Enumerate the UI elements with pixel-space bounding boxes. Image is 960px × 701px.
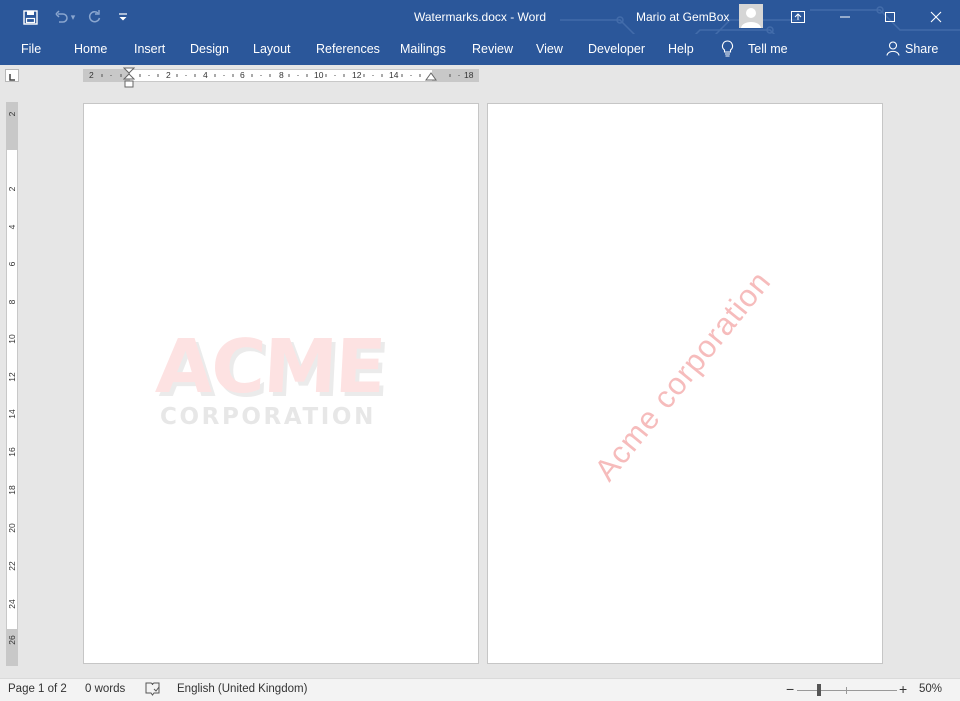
horizontal-ruler[interactable]: 2 2 4 6 8 10 12 14 18 [83, 69, 479, 82]
customize-qat-icon [119, 13, 127, 21]
language[interactable]: English (United Kingdom) [177, 683, 307, 695]
ruler-label: 18 [7, 485, 17, 495]
vertical-ruler[interactable]: 2 2 4 6 8 10 12 14 16 18 20 22 24 26 [6, 102, 18, 666]
save-button[interactable] [19, 6, 41, 28]
ruler-label: 12 [7, 372, 17, 382]
ribbon-display-icon [791, 11, 805, 23]
undo-dropdown[interactable]: ▾ [68, 6, 78, 28]
ruler-label: 24 [7, 599, 17, 609]
ruler-label: 14 [7, 409, 17, 419]
ruler-label: 16 [7, 447, 17, 457]
ruler-label: 20 [7, 523, 17, 533]
tab-design[interactable]: Design [190, 42, 229, 56]
tab-view[interactable]: View [536, 42, 563, 56]
tab-layout[interactable]: Layout [253, 42, 291, 56]
zoom-out-button[interactable]: − [786, 681, 794, 697]
tab-mailings[interactable]: Mailings [400, 42, 446, 56]
word-count[interactable]: 0 words [85, 683, 125, 695]
watermark-text: Acme corporation [587, 264, 778, 488]
zoom-in-button[interactable]: + [899, 681, 907, 697]
chevron-down-icon: ▾ [70, 11, 76, 22]
zoom-level[interactable]: 50% [919, 683, 942, 695]
watermark-logo-title: ACME [153, 324, 387, 410]
tab-selector[interactable] [5, 69, 19, 82]
close-button[interactable] [913, 0, 959, 34]
ruler-label: 8 [7, 299, 17, 305]
close-icon [930, 11, 942, 23]
tab-home[interactable]: Home [74, 42, 107, 56]
avatar[interactable] [739, 4, 763, 28]
maximize-icon [885, 12, 895, 22]
user-avatar-icon [741, 8, 761, 28]
indent-markers[interactable] [123, 67, 135, 89]
tab-help[interactable]: Help [668, 42, 694, 56]
share-label: Share [905, 41, 939, 56]
zoom-slider-center [846, 687, 847, 694]
title-bar: ▾ Watermarks.docx - Word Mario at GemBox [0, 0, 960, 34]
page-1[interactable]: ACME CORPORATION [83, 103, 479, 664]
customize-qat-button[interactable] [112, 6, 134, 28]
page-count[interactable]: Page 1 of 2 [8, 683, 67, 695]
ribbon-tabs: File Home Insert Design Layout Reference… [0, 34, 960, 65]
maximize-button[interactable] [867, 0, 913, 34]
tab-file[interactable]: File [21, 42, 41, 56]
proofing-icon[interactable] [145, 682, 160, 699]
tab-developer[interactable]: Developer [588, 42, 645, 56]
redo-icon [88, 9, 100, 22]
tab-insert[interactable]: Insert [134, 42, 165, 56]
undo-icon [54, 9, 68, 23]
ruler-label: 10 [7, 334, 17, 344]
ruler-label: 26 [7, 635, 17, 645]
ribbon-display-options-button[interactable] [775, 0, 821, 34]
ruler-label: 2 [7, 111, 17, 117]
left-tab-icon [9, 74, 15, 81]
ruler-label: 4 [7, 224, 17, 230]
lightbulb-icon [721, 40, 734, 62]
ruler-label: 2 [7, 186, 17, 192]
page-2[interactable]: Acme corporation [487, 103, 883, 664]
user-name[interactable]: Mario at GemBox [636, 10, 729, 24]
save-icon [22, 9, 38, 25]
minimize-button[interactable] [822, 0, 868, 34]
share-person-icon [886, 41, 900, 56]
zoom-slider-thumb[interactable] [817, 684, 821, 696]
status-bar: Page 1 of 2 0 words English (United King… [0, 678, 960, 701]
tab-references[interactable]: References [316, 42, 380, 56]
ruler-label: 6 [7, 261, 17, 267]
right-indent-marker[interactable] [425, 72, 437, 83]
share-button[interactable]: Share [886, 41, 938, 56]
tab-review[interactable]: Review [472, 42, 513, 56]
ruler-label: 22 [7, 561, 17, 571]
redo-button[interactable] [83, 6, 105, 28]
tell-me-search[interactable]: Tell me [748, 42, 788, 56]
minimize-icon [840, 16, 850, 18]
ruler-ticks [101, 74, 460, 77]
watermark-logo-subtitle: CORPORATION [160, 404, 376, 430]
zoom-slider-track[interactable] [797, 690, 897, 691]
